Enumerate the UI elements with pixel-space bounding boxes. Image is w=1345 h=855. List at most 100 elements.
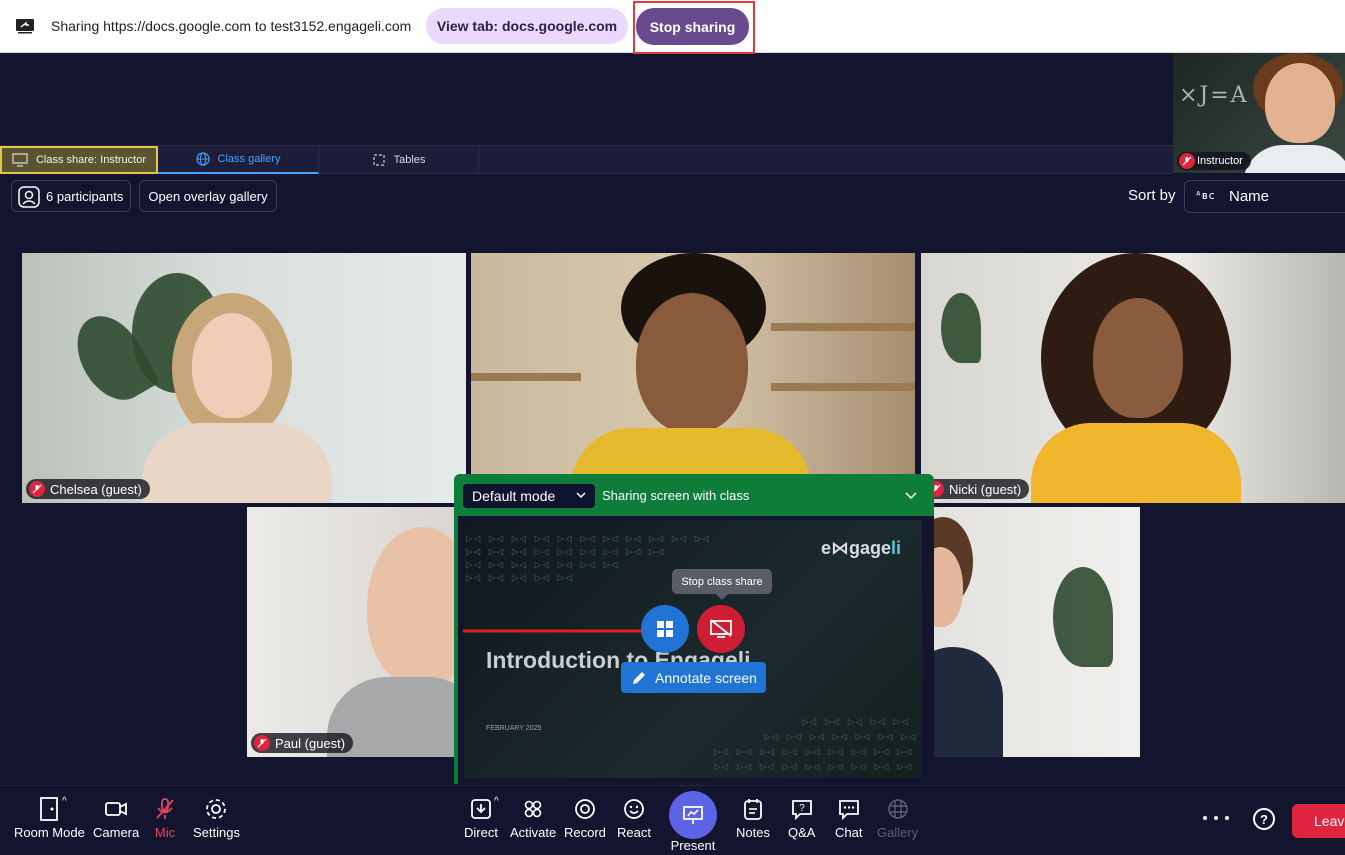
person-face: [192, 313, 272, 418]
gallery-button[interactable]: Gallery: [877, 795, 918, 840]
shared-screen-preview: ▷◁ ▷◁ ▷◁ ▷◁ ▷◁ ▷◁ ▷◁ ▷◁ ▷◁ ▷◁ ▷◁ ▷◁ ▷◁ ▷…: [464, 520, 922, 778]
pattern-decoration: ▷◁ ▷◁ ▷◁ ▷◁ ▷◁ ▷◁ ▷◁ ▷◁ ▷◁: [714, 745, 913, 758]
direct-label: Direct: [464, 825, 498, 840]
direct-button[interactable]: Direct: [464, 795, 498, 840]
participant-tile-older-woman[interactable]: [933, 507, 1140, 757]
sort-value: Name: [1229, 188, 1270, 205]
instructor-face: [1265, 63, 1335, 143]
person-face: [367, 527, 456, 687]
annotate-label: Annotate screen: [655, 669, 757, 686]
shelf: [771, 383, 915, 391]
help-button[interactable]: ?: [1253, 808, 1275, 830]
qa-label: Q&A: [788, 825, 816, 840]
participant-name-label: Chelsea (guest): [26, 479, 150, 499]
participant-tile-chelsea[interactable]: Chelsea (guest): [22, 253, 466, 503]
settings-label: Settings: [193, 825, 240, 840]
mic-label: Mic: [154, 825, 176, 840]
mic-button[interactable]: Mic: [154, 795, 176, 840]
record-button[interactable]: Record: [564, 795, 606, 840]
person-face: [1093, 298, 1183, 418]
instructor-name: Instructor: [1197, 155, 1243, 167]
pattern-decoration: ▷◁ ▷◁ ▷◁ ▷◁ ▷◁ ▷◁ ▷◁ ▷◁ ▷◁: [466, 545, 665, 558]
pattern-decoration: ▷◁ ▷◁ ▷◁ ▷◁ ▷◁: [802, 715, 909, 728]
activate-button[interactable]: Activate: [510, 795, 556, 840]
record-icon: [575, 799, 595, 819]
room-mode-label: Room Mode: [14, 825, 85, 840]
camera-button[interactable]: Camera: [93, 795, 139, 840]
plant-decoration: [941, 293, 981, 363]
dot: [1203, 816, 1207, 820]
participant-name: Paul (guest): [275, 735, 346, 751]
person-body: [933, 647, 1003, 757]
person-body: [1031, 423, 1241, 503]
caret-up-icon[interactable]: ^: [62, 796, 67, 807]
stop-class-share-button[interactable]: [697, 605, 745, 653]
participant-tile-nicki[interactable]: Nicki (guest): [921, 253, 1345, 503]
qa-button[interactable]: ? Q&A: [788, 795, 815, 840]
tab-class-gallery[interactable]: Class gallery: [158, 146, 319, 174]
notes-button[interactable]: Notes: [736, 795, 770, 840]
mode-value: Default mode: [472, 488, 556, 504]
tab-tables[interactable]: Tables: [319, 146, 479, 174]
notes-icon: [744, 799, 762, 820]
instructor-video-tile[interactable]: ×J=A Instructor: [1173, 53, 1345, 173]
question-bubble-icon: ?: [791, 800, 812, 821]
open-overlay-gallery-button[interactable]: Open overlay gallery: [139, 180, 277, 212]
leave-button[interactable]: Leave: [1292, 804, 1345, 838]
chevron-down-icon[interactable]: [904, 488, 918, 502]
tab-class-share[interactable]: Class share: Instructor: [0, 146, 158, 174]
chalkboard-background: ×J=A: [1179, 83, 1249, 108]
gallery-label: Gallery: [877, 825, 919, 840]
mic-off-icon: [29, 481, 45, 497]
room-mode-button[interactable]: Room Mode: [14, 795, 85, 840]
share-status: Sharing screen with class: [602, 488, 750, 503]
participant-tile-paul[interactable]: Paul (guest): [247, 507, 456, 757]
stop-share-icon: [710, 619, 732, 638]
chat-button[interactable]: Chat: [835, 795, 862, 840]
present-button[interactable]: [669, 791, 717, 839]
gear-icon: [206, 799, 227, 819]
caret-up-icon[interactable]: ^: [494, 796, 499, 807]
door-icon: [40, 797, 59, 821]
participant-tile-student[interactable]: [471, 253, 915, 503]
grid-icon: [887, 799, 908, 819]
annotate-screen-button[interactable]: Annotate screen: [621, 662, 766, 693]
sort-select[interactable]: ᴬʙc Name: [1184, 180, 1345, 213]
present-label: Present: [670, 838, 716, 853]
presentation-icon: [683, 806, 703, 824]
mic-off-icon: [156, 798, 174, 819]
camera-icon: [105, 802, 128, 816]
engageli-logo: e⋈gageli: [821, 538, 902, 558]
svg-text:?: ?: [799, 803, 805, 814]
screen-share-icon: [12, 153, 28, 167]
notes-label: Notes: [736, 825, 770, 840]
pattern-decoration: ▷◁ ▷◁ ▷◁ ▷◁ ▷◁ ▷◁ ▷◁ ▷◁ ▷◁ ▷◁ ▷◁: [466, 532, 710, 545]
sort-by-label: Sort by: [1128, 187, 1176, 204]
tab-label: Tables: [393, 154, 426, 166]
shelf: [771, 323, 915, 331]
gallery-share-button[interactable]: [641, 605, 689, 653]
participants-count: 6 participants: [46, 188, 124, 204]
settings-button[interactable]: Settings: [193, 795, 240, 840]
globe-icon: [195, 152, 210, 166]
dot: [1214, 816, 1218, 820]
participant-name-label: Paul (guest): [251, 733, 354, 753]
chevron-down-icon: [576, 492, 586, 499]
chat-label: Chat: [835, 825, 863, 840]
person-body: [142, 423, 332, 503]
react-label: React: [617, 825, 651, 840]
instructor-shirt: [1243, 145, 1345, 173]
mic-off-icon: [1179, 153, 1195, 169]
instructor-name-label: Instructor: [1177, 152, 1251, 170]
participants-button[interactable]: 6 participants: [11, 180, 131, 212]
pattern-decoration: ▷◁ ▷◁ ▷◁ ▷◁ ▷◁: [466, 571, 573, 584]
stop-sharing-button[interactable]: Stop sharing: [636, 8, 749, 45]
record-label: Record: [564, 825, 606, 840]
tab-label: Class share: Instructor: [35, 153, 147, 166]
plant-decoration: [1053, 567, 1113, 667]
mode-select[interactable]: Default mode: [463, 484, 595, 508]
react-button[interactable]: React: [617, 795, 651, 840]
more-options-button[interactable]: [1203, 808, 1229, 828]
participant-icon: [18, 186, 40, 208]
view-tab-button[interactable]: View tab: docs.google.com: [426, 8, 628, 44]
